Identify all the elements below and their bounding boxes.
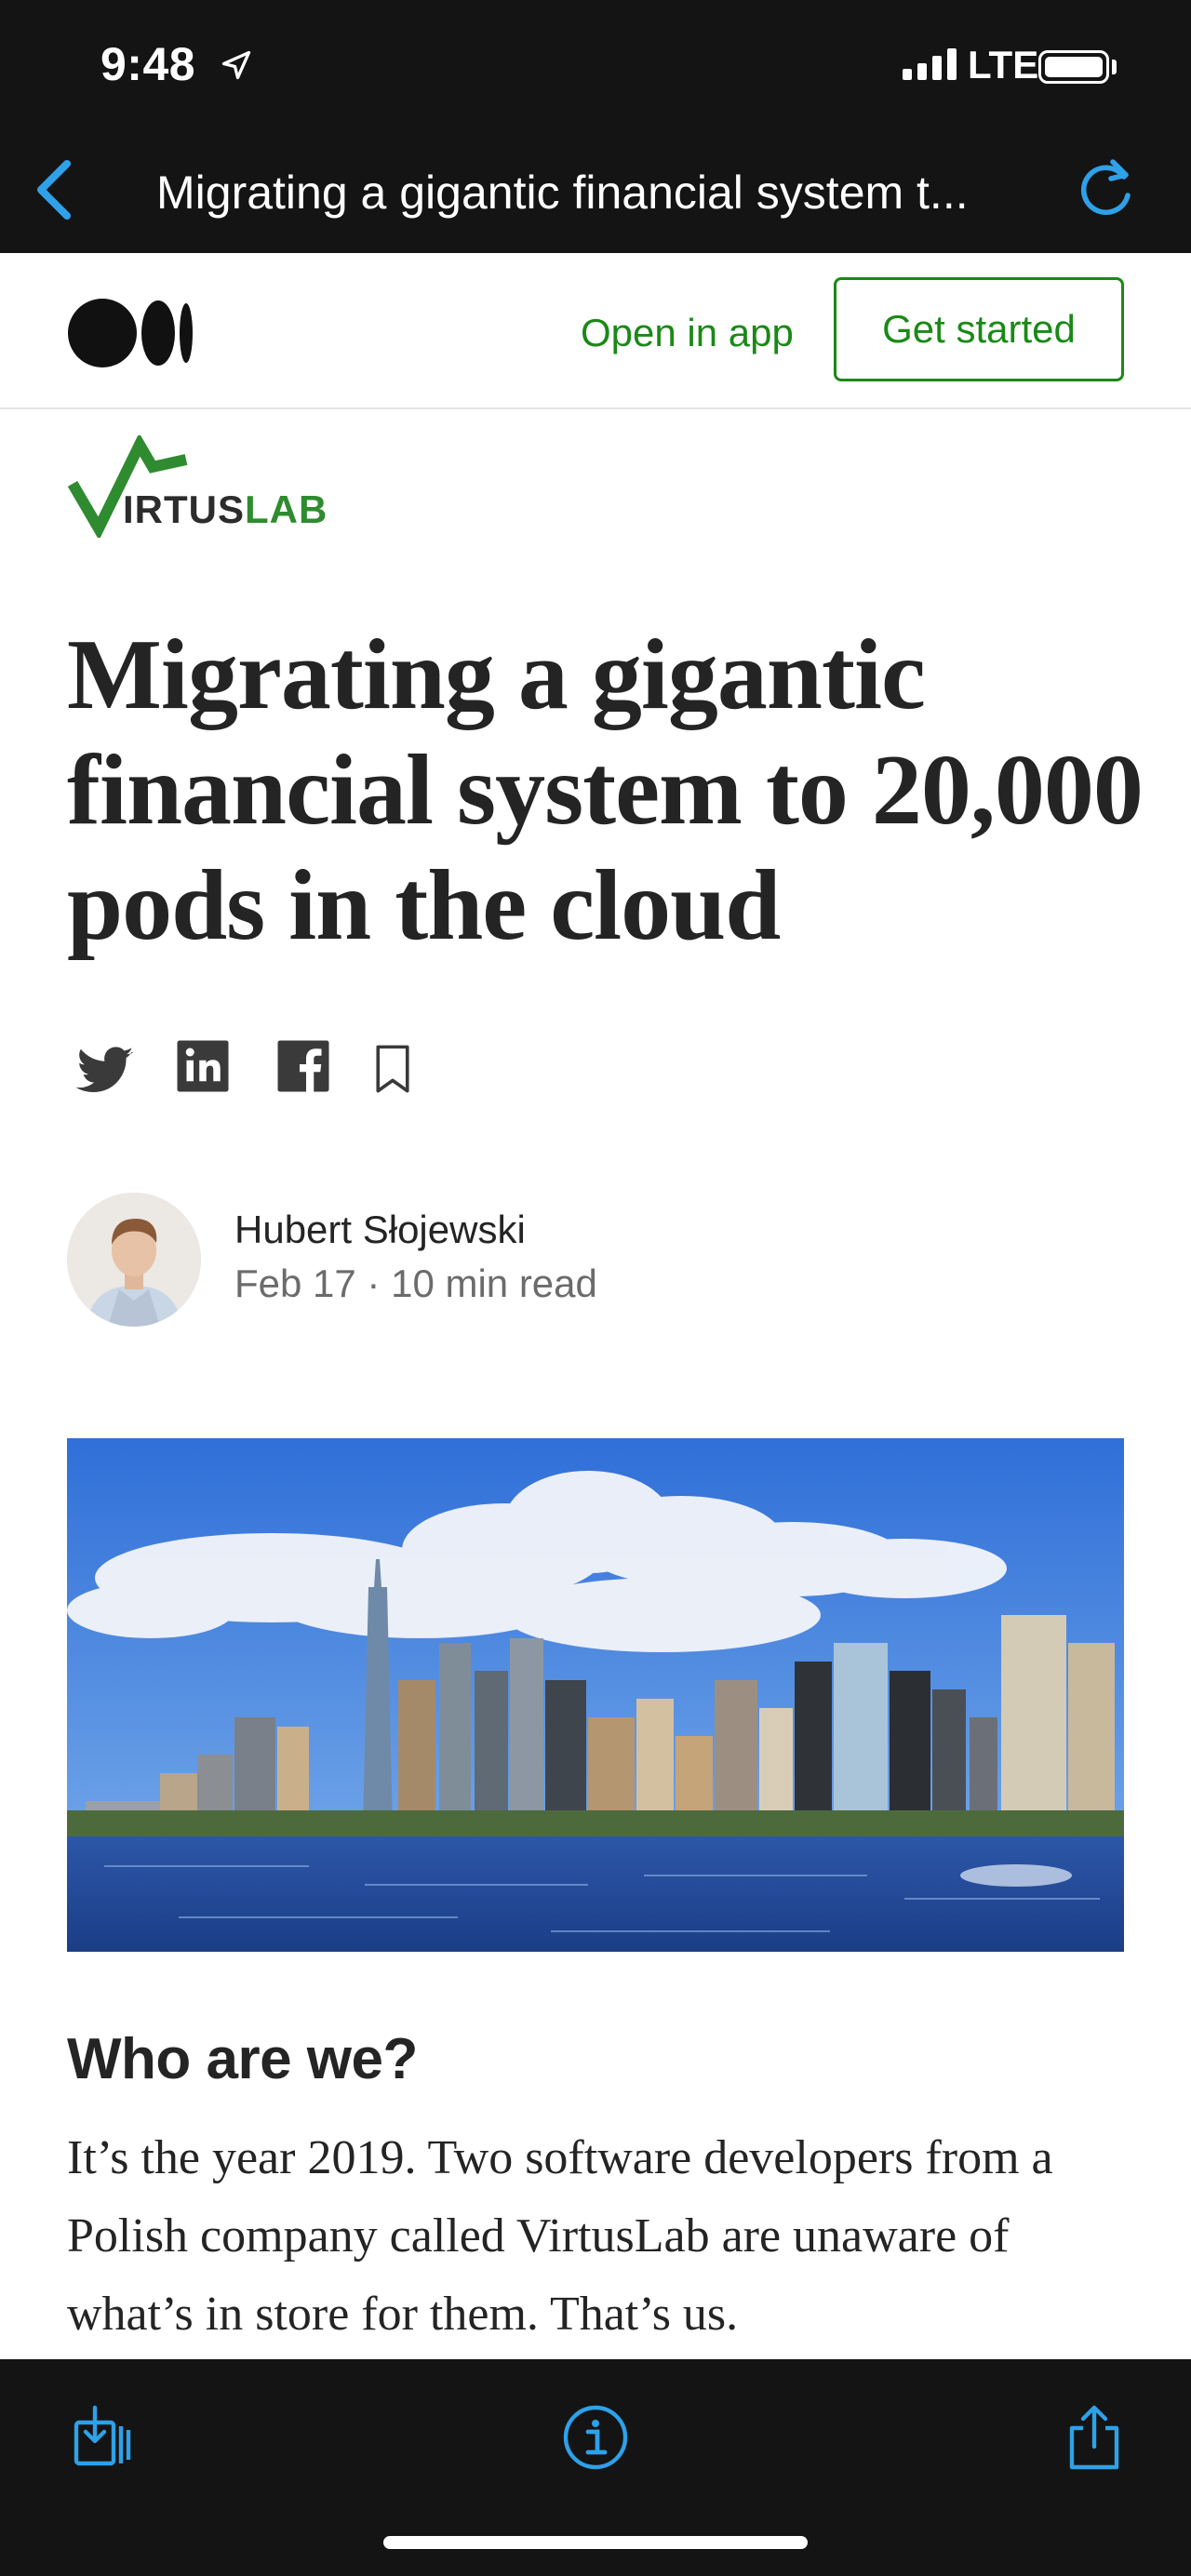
article-meta: Feb 17 · 10 min read [234,1261,597,1305]
twitter-icon[interactable] [74,1046,136,1098]
status-time: 9:48 [100,38,196,90]
page-title: Migrating a gigantic financial system t.… [156,167,969,219]
publication-logo-text: IRTUSLAB [123,487,328,531]
share-icon[interactable] [1061,2404,1128,2471]
author-name[interactable]: Hubert Słojewski [234,1208,526,1252]
signal-icon [903,47,957,80]
battery-cap [1112,60,1117,74]
reload-icon[interactable] [1072,154,1139,221]
author-avatar[interactable] [67,1193,201,1327]
browser-top-bar: 9:48 LTE Migrating a gigantic financial … [0,0,1191,253]
info-icon[interactable] [562,2404,629,2471]
battery-icon [1038,50,1109,84]
article-title: Migrating a gigantic financial system to… [67,620,1144,961]
location-arrow-icon [221,50,251,80]
hero-image [67,1438,1124,1952]
section-heading: Who are we? [67,2027,418,2091]
open-in-app-link[interactable]: Open in app [581,311,794,355]
get-started-button[interactable]: Get started [834,277,1124,381]
home-indicator[interactable] [383,2536,808,2549]
facebook-icon[interactable] [275,1038,331,1094]
medium-logo-icon[interactable] [67,298,194,368]
linkedin-icon[interactable] [175,1038,231,1094]
medium-header: Open in app Get started [0,253,1191,409]
save-download-icon[interactable] [67,2404,134,2471]
network-label: LTE [968,43,1039,87]
chevron-left-icon[interactable] [26,156,78,223]
bookmark-icon[interactable] [372,1044,413,1094]
publication-logo[interactable]: IRTUSLAB [67,435,346,538]
article-paragraph: It’s the year 2019. Two software develop… [67,2131,1053,2341]
